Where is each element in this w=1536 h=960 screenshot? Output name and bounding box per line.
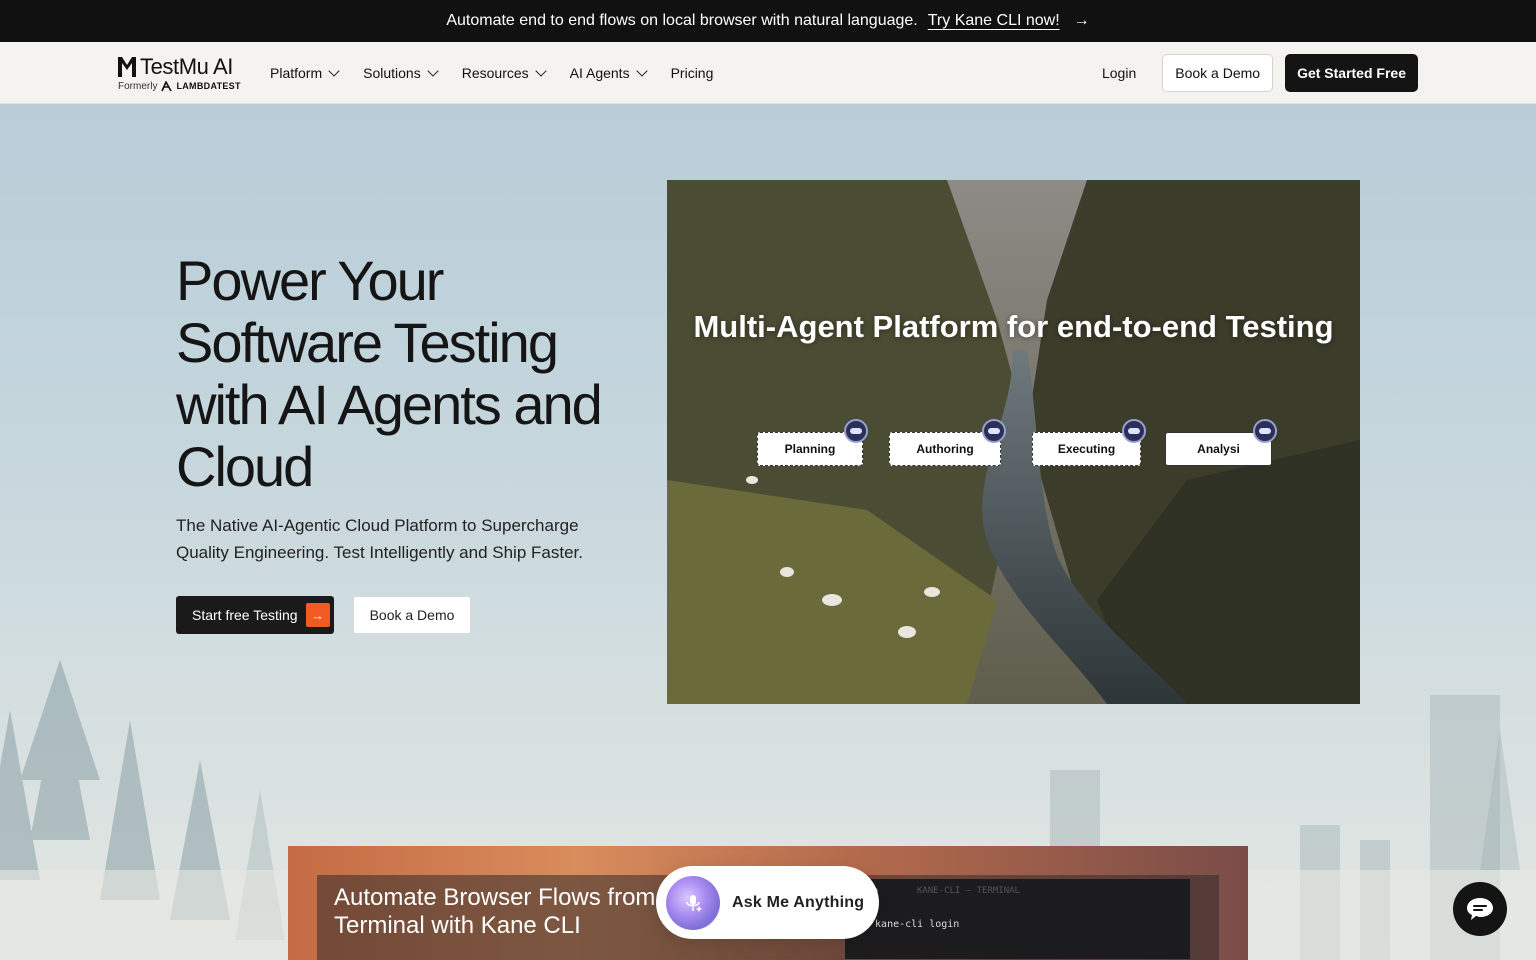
- testmu-logo-icon: [118, 56, 136, 77]
- top-navigation: TestMu AI Formerly LAMBDATEST Platform S…: [0, 42, 1536, 104]
- agent-badge-icon: [844, 419, 868, 443]
- ask-me-anything-button[interactable]: Ask Me Anything: [656, 866, 879, 939]
- chevron-down-icon: [427, 64, 439, 77]
- nav-item-label: AI Agents: [569, 64, 630, 81]
- nav-item-platform[interactable]: Platform: [270, 64, 340, 81]
- start-free-testing-button[interactable]: Start free Testing →: [176, 596, 334, 634]
- chevron-down-icon: [635, 64, 648, 77]
- nav-item-solutions[interactable]: Solutions: [363, 64, 439, 81]
- terminal-window: KANE-CLI — TERMINAL $kane-cli login: [845, 879, 1190, 959]
- lambdatest-icon: [161, 80, 173, 91]
- book-demo-button[interactable]: Book a Demo: [1162, 53, 1274, 92]
- terminal-title: KANE-CLI — TERMINAL: [917, 886, 1020, 896]
- stage-executing: Executing: [1032, 419, 1146, 466]
- start-free-testing-label: Start free Testing: [192, 607, 298, 623]
- chat-icon[interactable]: [1453, 882, 1507, 936]
- video-title: Multi-Agent Platform for end-to-end Test…: [693, 309, 1334, 344]
- nav-actions: Login Book a Demo Get Started Free: [1090, 53, 1418, 92]
- hero-actions: Start free Testing → Book a Demo: [176, 596, 472, 634]
- mic-sparkle-icon: [666, 875, 720, 930]
- nav-item-resources[interactable]: Resources: [461, 64, 547, 81]
- nav-item-label: Solutions: [363, 64, 421, 81]
- logo-former-brand: LAMBDATEST: [176, 81, 241, 91]
- get-started-free-button[interactable]: Get Started Free: [1285, 53, 1418, 92]
- logo-wordmark: TestMu AI: [140, 53, 233, 79]
- stage-analysis: Analysi: [1165, 419, 1277, 466]
- nav-item-label: Resources: [461, 64, 529, 81]
- stage-planning: Planning: [757, 419, 868, 466]
- ask-me-anything-label: Ask Me Anything: [732, 893, 865, 911]
- nav-item-pricing[interactable]: Pricing: [671, 65, 714, 81]
- announcement-bar: Automate end to end flows on local brows…: [0, 0, 1536, 42]
- hero-title: Power Your Software Testing with AI Agen…: [176, 249, 603, 498]
- stage-label: Executing: [1057, 442, 1116, 456]
- announcement-text: Automate end to end flows on local brows…: [446, 12, 918, 29]
- agent-badge-icon: [1253, 419, 1277, 443]
- terminal-command-line: $kane-cli login: [863, 919, 959, 930]
- nav-links: Platform Solutions Resources AI Agents P…: [270, 65, 713, 81]
- arrow-right-icon: →: [305, 603, 330, 627]
- nav-item-label: Pricing: [670, 64, 714, 81]
- arrow-right-icon[interactable]: →: [1074, 12, 1090, 30]
- testmu-logo[interactable]: TestMu AI Formerly LAMBDATEST: [118, 54, 258, 92]
- hero-subtitle: The Native AI-Agentic Cloud Platform to …: [176, 516, 583, 562]
- kane-cli-card-title: Automate Browser Flows from Terminal wit…: [334, 884, 656, 939]
- nav-item-label: Platform: [270, 64, 323, 81]
- agent-badge-icon: [1122, 419, 1146, 443]
- hero-video[interactable]: Multi-Agent Platform for end-to-end Test…: [667, 180, 1360, 704]
- terminal-command: kane-cli login: [875, 919, 960, 930]
- chevron-down-icon: [328, 64, 340, 77]
- try-kane-cli-link[interactable]: Try Kane CLI now!: [928, 12, 1060, 30]
- logo-formerly: Formerly: [118, 80, 158, 92]
- nav-item-ai-agents[interactable]: AI Agents: [569, 64, 648, 81]
- chevron-down-icon: [534, 64, 547, 77]
- stage-label: Analysi: [1197, 442, 1240, 456]
- hero-book-demo-button[interactable]: Book a Demo: [352, 596, 472, 634]
- login-link[interactable]: Login: [1090, 65, 1148, 81]
- stage-label: Planning: [784, 442, 836, 456]
- stage-authoring: Authoring: [889, 419, 1006, 466]
- agent-badge-icon: [982, 419, 1006, 443]
- stage-label: Authoring: [916, 442, 974, 456]
